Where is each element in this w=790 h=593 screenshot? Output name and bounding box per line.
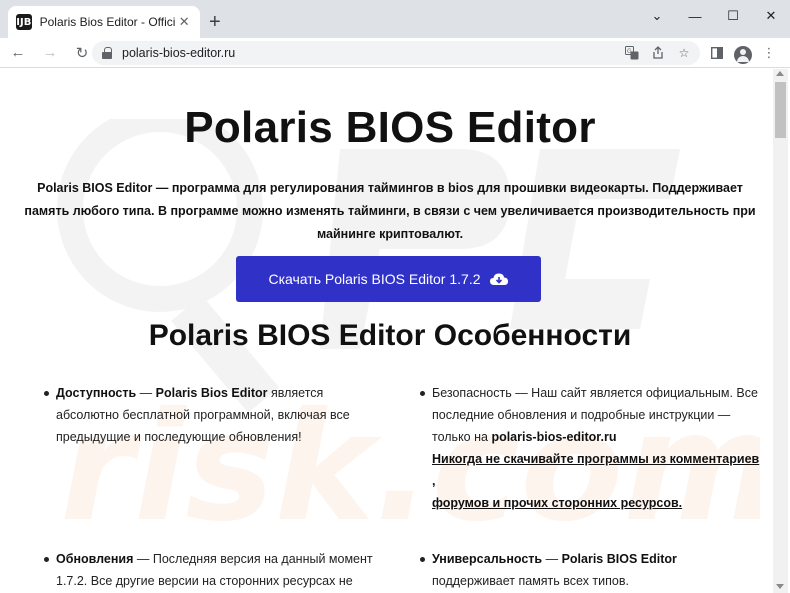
minimize-icon[interactable]: — xyxy=(676,0,714,32)
intro-text: Polaris BIOS Editor — программа для регу… xyxy=(24,181,756,241)
new-tab-icon[interactable]: + xyxy=(209,12,221,32)
cloud-download-icon xyxy=(489,273,508,285)
tab-search-icon[interactable]: ⌄ xyxy=(638,0,676,32)
tab-strip: ĲB Polaris Bios Editor - Official Webs ✕… xyxy=(0,0,790,38)
warning-link[interactable]: Никогда не скачивайте программы из комме… xyxy=(432,452,759,466)
scroll-thumb[interactable] xyxy=(775,82,786,138)
share-icon[interactable] xyxy=(648,43,668,63)
bookmark-star-icon[interactable]: ☆ xyxy=(674,43,694,63)
download-button[interactable]: Скачать Polaris BIOS Editor 1.7.2 xyxy=(236,256,541,302)
forward-icon[interactable]: → xyxy=(36,39,64,67)
feature-term: Универсальность xyxy=(432,552,543,566)
back-icon[interactable]: ← xyxy=(4,39,32,67)
warning-link-forums[interactable]: форумов и прочих сторонних ресурсов. xyxy=(432,496,682,510)
feature-availability: Доступность — Polaris Bios Editor являет… xyxy=(44,382,376,448)
feature-universality: Универсальность — Polaris BIOS Editor по… xyxy=(420,548,762,592)
features-title: Polaris BIOS Editor Особенности xyxy=(148,319,632,352)
feature-updates: Обновления — Последняя версия на данный … xyxy=(44,548,376,592)
browser-tab[interactable]: ĲB Polaris Bios Editor - Official Webs ✕ xyxy=(8,6,200,38)
profile-avatar[interactable] xyxy=(732,41,754,65)
download-button-label: Скачать Polaris BIOS Editor 1.7.2 xyxy=(268,271,481,287)
site-domain-text: polaris-bios-editor.ru xyxy=(491,430,617,444)
lock-icon[interactable] xyxy=(102,47,112,59)
address-bar[interactable]: polaris-bios-editor.ru G ☆ xyxy=(92,41,700,65)
feature-term: Обновления xyxy=(56,552,134,566)
page-viewport: risk.com Polaris BIOS Editor Polaris BIO… xyxy=(0,69,790,593)
close-window-icon[interactable]: ✕ xyxy=(752,0,790,32)
feature-term: Доступность xyxy=(56,386,137,400)
translate-icon[interactable]: G xyxy=(622,43,642,63)
url-text: polaris-bios-editor.ru xyxy=(122,46,236,60)
window-controls: ⌄ — ☐ ✕ xyxy=(638,0,790,32)
site-favicon-icon: ĲB xyxy=(16,14,32,30)
scroll-down-icon[interactable] xyxy=(776,584,784,589)
menu-kebab-icon[interactable]: ⋮ xyxy=(758,41,780,65)
feature-security: Безопасность — Наш сайт является официал… xyxy=(420,382,762,514)
scroll-up-icon[interactable] xyxy=(776,71,784,76)
page-scrollbar[interactable] xyxy=(773,69,788,593)
maximize-icon[interactable]: ☐ xyxy=(714,0,752,32)
side-panel-icon[interactable] xyxy=(706,41,728,65)
tab-title: Polaris Bios Editor - Official Webs xyxy=(39,15,177,29)
browser-toolbar: ← → ↻ polaris-bios-editor.ru G ☆ ⋮ xyxy=(0,38,790,68)
close-tab-icon[interactable]: ✕ xyxy=(176,14,192,30)
page-title: Polaris BIOS Editor xyxy=(184,103,596,152)
